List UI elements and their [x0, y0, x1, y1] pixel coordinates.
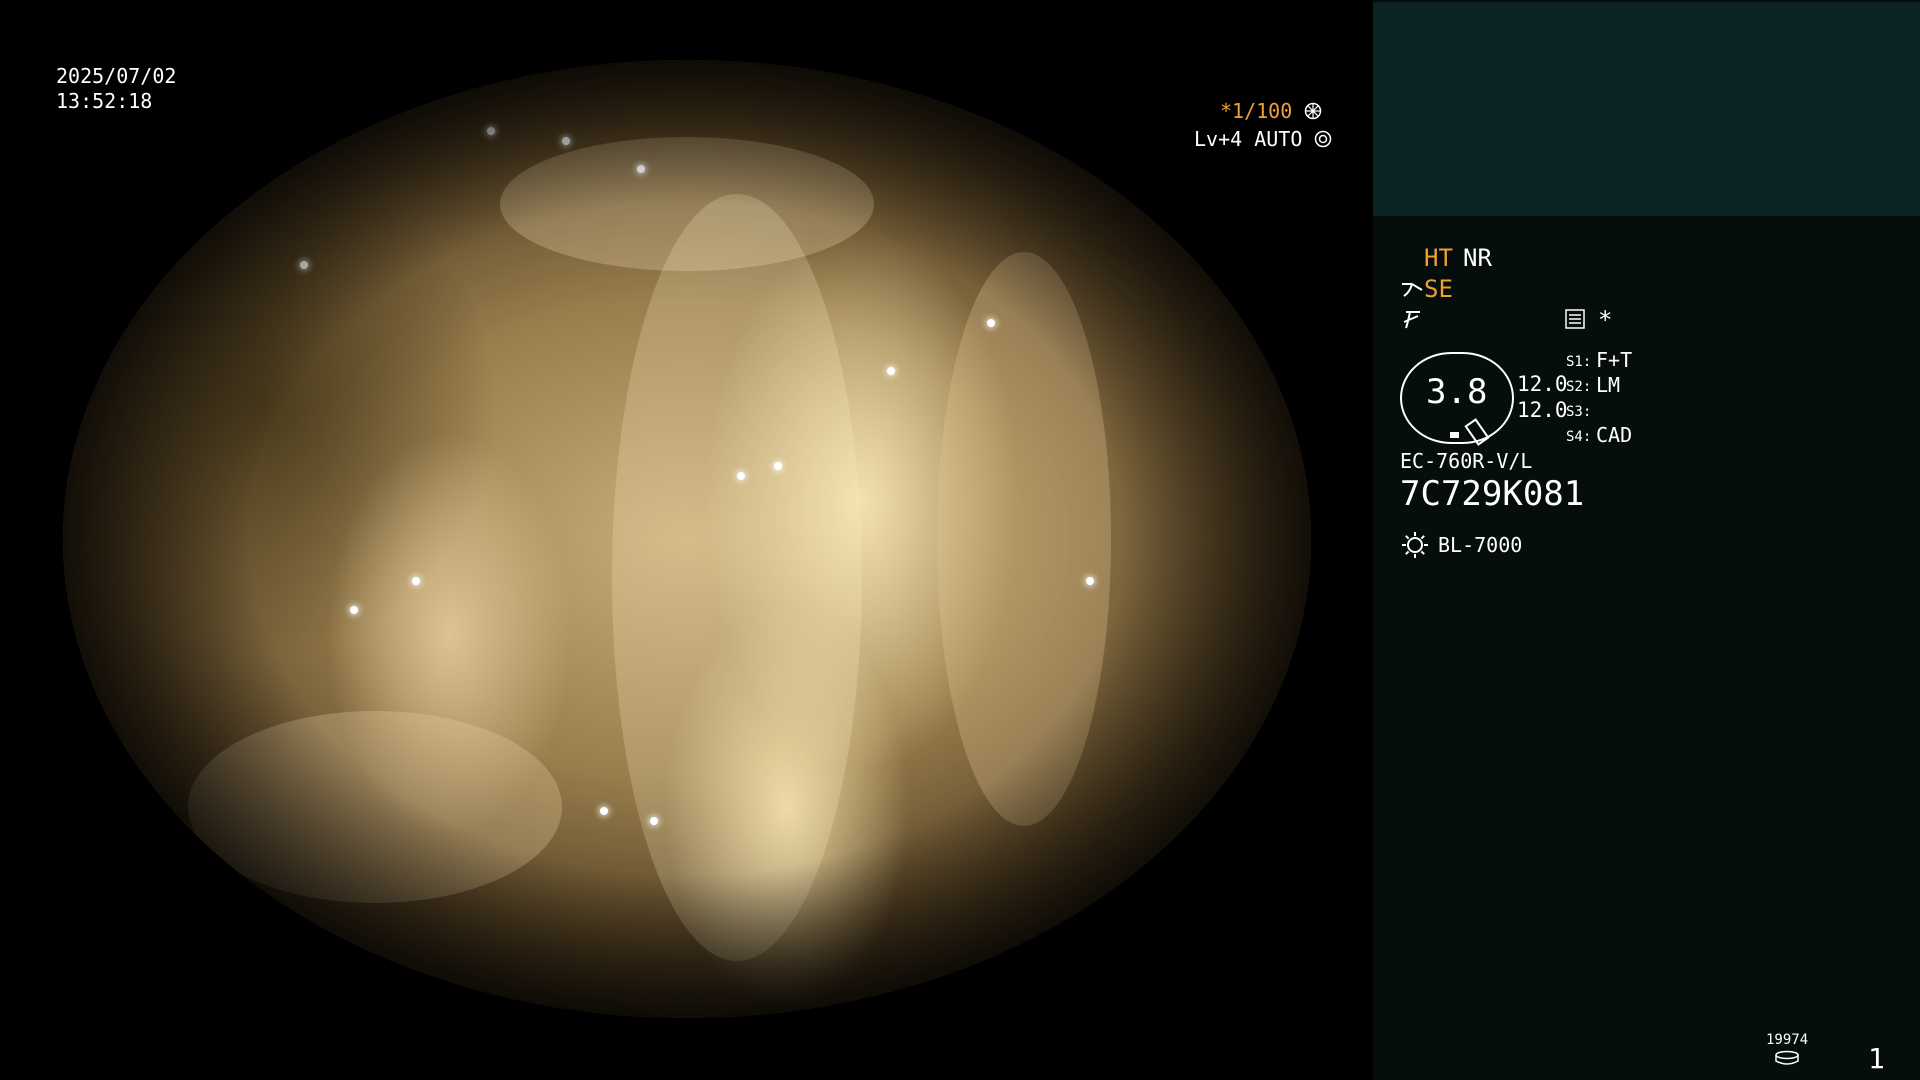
specular-highlight: [262, 903, 271, 912]
level-text: Lv+4 AUTO: [1194, 127, 1303, 151]
page-number: 1: [1868, 1042, 1885, 1075]
image-mask: [63, 1018, 1311, 1080]
gauge-indicator: [1450, 432, 1459, 438]
asterisk-marker: *: [1598, 306, 1613, 334]
datetime-readout: 2025/07/02 13:52:18: [56, 64, 176, 114]
menu-list-icon: [1565, 309, 1585, 329]
brightness-level: Lv+4 AUTO: [1194, 127, 1332, 151]
s3-label: S3:: [1566, 404, 1592, 420]
s1-value: F+T: [1596, 348, 1633, 372]
image-vignette: [63, 60, 1311, 1018]
light-source-model: BL-7000: [1438, 533, 1523, 557]
s2-value: LM: [1596, 373, 1621, 397]
s4-label: S4:: [1566, 429, 1592, 445]
light-source-icon: [1402, 532, 1428, 558]
scope-serial: 7C729K081: [1400, 474, 1585, 514]
s4-value: CAD: [1596, 423, 1633, 447]
image-mask: [63, 0, 1311, 60]
s2-label: S2:: [1566, 379, 1592, 395]
info-panel-header-box: [1373, 2, 1920, 216]
endoscopic-image: [63, 60, 1311, 1018]
mode-nr: NR: [1463, 244, 1492, 272]
shutter-star: *: [1220, 99, 1233, 123]
color-mode-icon: [1403, 311, 1420, 329]
s1-label: S1:: [1566, 354, 1592, 370]
structure-enhancement-icon: [1402, 283, 1423, 297]
value-bottom: 12.0: [1517, 398, 1568, 422]
image-counter: 19974: [1766, 1032, 1809, 1048]
storage-icon: [1775, 1050, 1799, 1065]
gauge-value: 3.8: [1426, 372, 1488, 412]
mode-ht: HT: [1424, 244, 1453, 272]
iris-icon: [1305, 102, 1322, 120]
time-text: 13:52:18: [56, 89, 153, 113]
shutter-readout: *1/100: [1220, 99, 1322, 123]
value-top: 12.0: [1517, 372, 1568, 396]
scope-model: EC-760R-V/L: [1400, 449, 1533, 473]
auto-iris-icon: [1315, 130, 1332, 148]
date-text: 2025/07/02: [56, 64, 177, 88]
shutter-speed: 1/100: [1232, 99, 1293, 123]
mode-se: SE: [1424, 275, 1453, 303]
